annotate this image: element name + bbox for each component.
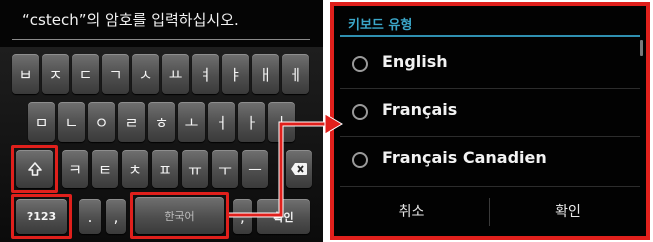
key-chieut[interactable]: ㅊ	[122, 150, 148, 188]
key-rieul[interactable]: ㄹ	[118, 102, 145, 142]
keyboard-type-dialog: 키보드 유형 English Français Français Canadie…	[330, 2, 650, 240]
radio-button[interactable]	[352, 152, 368, 168]
option-label: Français	[382, 100, 458, 119]
password-field-underline	[12, 39, 310, 40]
password-prompt: “cstech”의 암호를 입력하십시오.	[22, 11, 239, 29]
key-ya[interactable]: ㅑ	[222, 54, 249, 94]
shift-arrow-icon	[27, 162, 42, 176]
key-hieut[interactable]: ㅎ	[148, 102, 175, 142]
key-eu[interactable]: ㅡ	[242, 150, 268, 188]
keyboard-type-option-english[interactable]: English	[334, 40, 646, 88]
key-nieun[interactable]: ㄴ	[58, 102, 85, 142]
backspace-key[interactable]	[286, 150, 312, 188]
key-giyeok[interactable]: ㄱ	[102, 54, 129, 94]
option-label: Français Canadien	[382, 148, 547, 167]
key-yeo[interactable]: ㅕ	[192, 54, 219, 94]
key-u[interactable]: ㅜ	[212, 150, 238, 188]
key-yo[interactable]: ㅛ	[162, 54, 189, 94]
key-yu[interactable]: ㅠ	[182, 150, 208, 188]
keyboard-type-option-francais[interactable]: Français	[334, 88, 646, 136]
option-label: English	[382, 52, 448, 71]
enter-key[interactable]: 확인	[257, 199, 310, 234]
key-tieut[interactable]: ㅌ	[92, 150, 118, 188]
shift-key[interactable]	[16, 150, 53, 188]
key-siot[interactable]: ㅅ	[132, 54, 159, 94]
radio-button[interactable]	[352, 56, 368, 72]
semicolon-key[interactable]: ;	[233, 199, 252, 234]
key-o[interactable]: ㅗ	[178, 102, 205, 142]
comma-key[interactable]: ,	[106, 199, 126, 234]
key-e[interactable]: ㅔ	[282, 54, 309, 94]
dialog-title: 키보드 유형	[348, 18, 413, 33]
ok-button[interactable]: 확인	[490, 190, 646, 232]
key-eo[interactable]: ㅓ	[208, 102, 235, 142]
period-key[interactable]: .	[79, 199, 101, 234]
keyboard-type-option-francais-canadien[interactable]: Français Canadien	[334, 136, 646, 184]
symbols-key[interactable]: ?123	[16, 199, 67, 234]
button-row-divider	[340, 186, 640, 187]
key-jieut[interactable]: ㅈ	[42, 54, 69, 94]
key-digeut[interactable]: ㄷ	[72, 54, 99, 94]
dialog-title-rule	[340, 35, 640, 37]
cancel-button[interactable]: 취소	[334, 190, 489, 232]
backspace-icon	[291, 163, 307, 175]
radio-button[interactable]	[352, 104, 368, 120]
key-kieuk[interactable]: ㅋ	[62, 150, 88, 188]
key-pieup[interactable]: ㅍ	[152, 150, 178, 188]
keyboard-panel: “cstech”의 암호를 입력하십시오. ㅂ ㅈ ㄷ ㄱ ㅅ ㅛ ㅕ ㅑ ㅐ …	[0, 0, 323, 242]
key-bieup[interactable]: ㅂ	[12, 54, 39, 94]
key-mieum[interactable]: ㅁ	[28, 102, 55, 142]
space-language-key[interactable]: 한국어	[135, 197, 224, 234]
key-ieung[interactable]: ㅇ	[88, 102, 115, 142]
key-i[interactable]: ㅣ	[268, 102, 295, 142]
key-a[interactable]: ㅏ	[238, 102, 265, 142]
key-ae[interactable]: ㅐ	[252, 54, 279, 94]
